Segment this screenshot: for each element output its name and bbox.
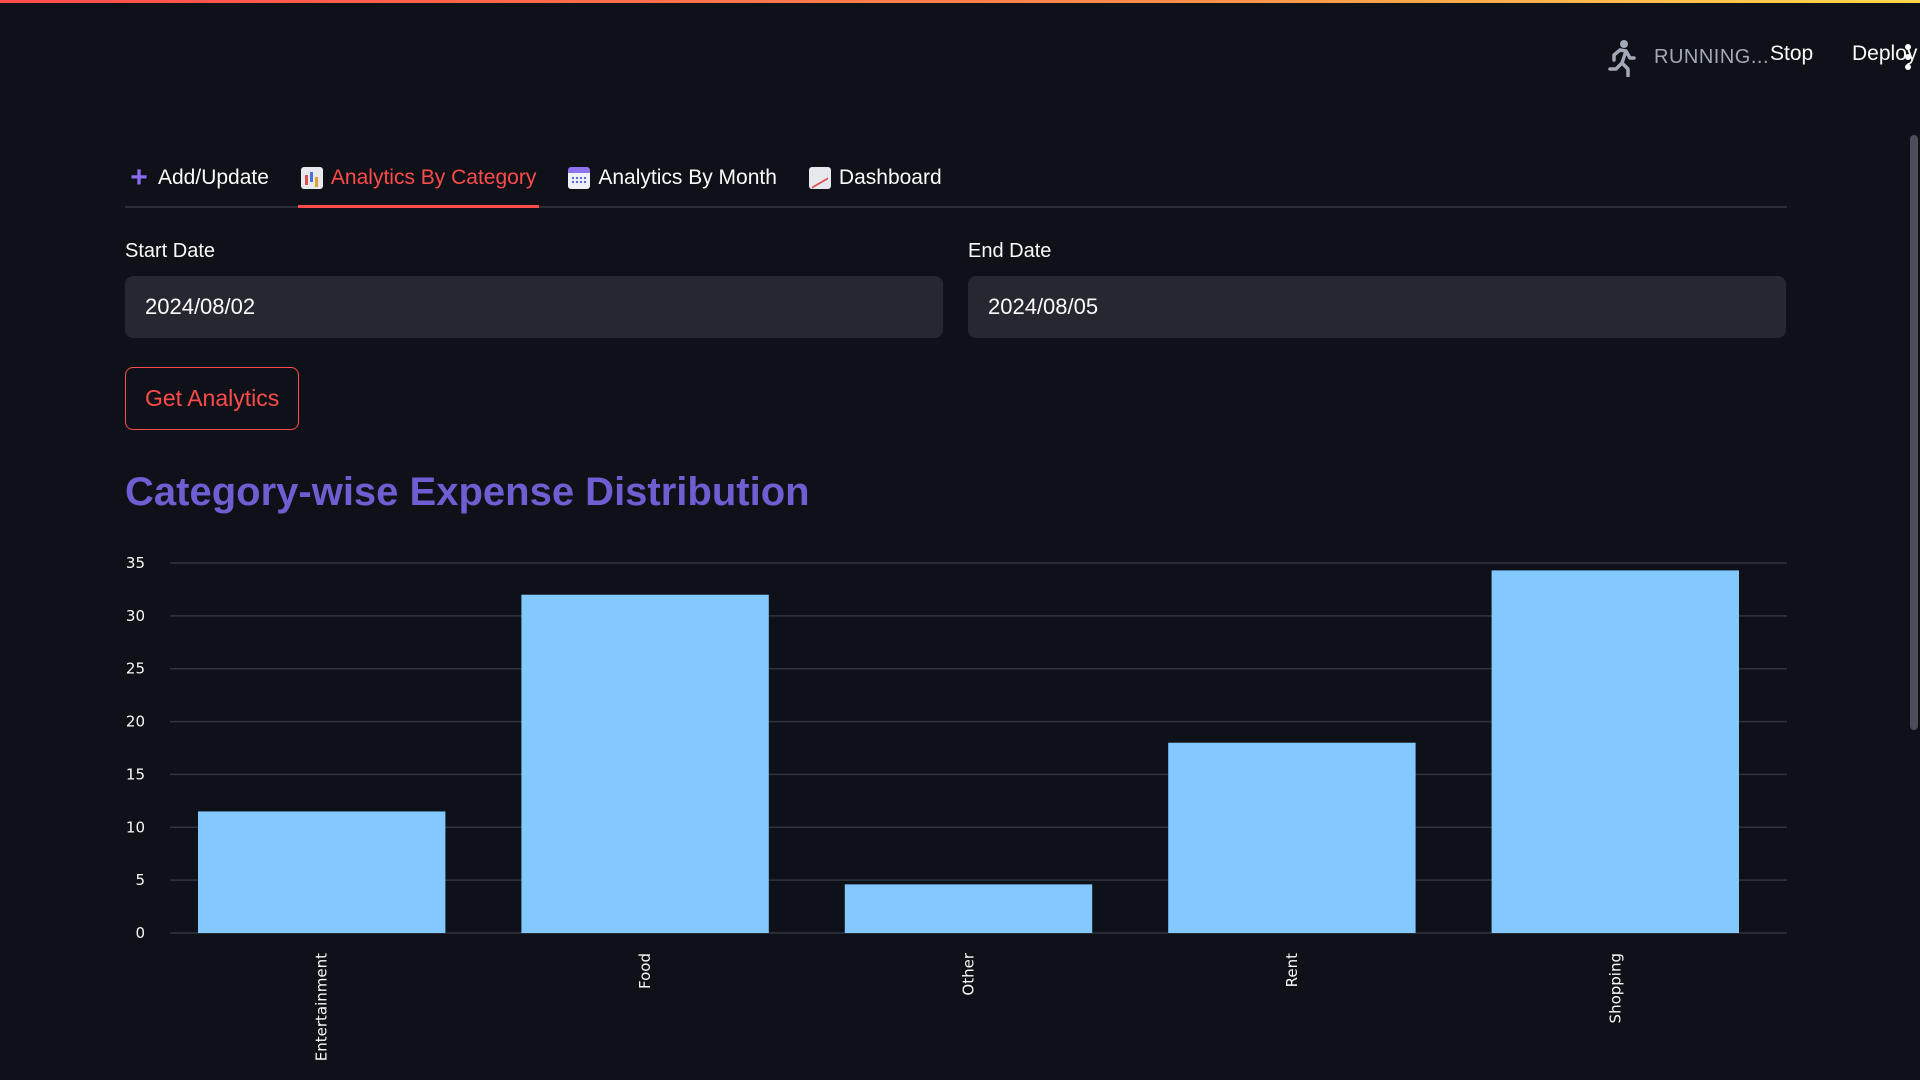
plus-icon: + <box>130 161 148 194</box>
app-header: RUNNING... Stop Deploy <box>1320 30 1920 82</box>
top-progress-stripe <box>0 0 1920 3</box>
x-tick-label: Entertainment <box>313 953 331 1061</box>
bar[interactable] <box>1168 742 1416 933</box>
y-tick-label: 15 <box>126 765 145 783</box>
end-date-group: End Date <box>968 240 1786 338</box>
y-tick-label: 35 <box>126 554 145 572</box>
x-tick-label: Other <box>960 952 978 995</box>
tab-analytics-by-category[interactable]: Analytics By Category <box>297 150 540 208</box>
y-tick-label: 0 <box>135 924 145 942</box>
tab-analytics-by-month[interactable]: Analytics By Month <box>565 150 780 206</box>
chart-title: Category-wise Expense Distribution <box>125 470 810 514</box>
x-tick-label: Rent <box>1283 953 1301 987</box>
running-man-icon <box>1603 38 1639 78</box>
trend-chart-icon <box>808 167 831 189</box>
start-date-label: Start Date <box>125 240 216 262</box>
bar-chart-icon <box>300 167 323 189</box>
bar[interactable] <box>521 594 769 933</box>
running-status: RUNNING... <box>1654 46 1769 68</box>
bar[interactable] <box>844 884 1093 933</box>
start-date-group: Start Date <box>125 240 943 338</box>
bar-chart-svg: 0 5 10 15 20 25 30 35 Entertainment Food Other Rent… <box>126 554 1787 1061</box>
end-date-label: End Date <box>968 240 1052 262</box>
bar-chart: 0 5 10 15 20 25 30 35 Entertainment Food Other Rent… <box>125 535 1787 1080</box>
bar[interactable] <box>197 811 446 933</box>
tab-add-update[interactable]: + Add/Update <box>125 150 272 206</box>
tab-label: Analytics By Month <box>598 166 777 189</box>
y-tick-label: 5 <box>135 871 145 889</box>
x-tick-label: Shopping <box>1606 953 1624 1023</box>
tab-bar: + Add/Update Analytics By Category Analy… <box>125 150 1787 208</box>
tab-label: Dashboard <box>838 166 942 189</box>
main-menu-icon[interactable] <box>1903 44 1913 70</box>
calendar-icon <box>568 167 591 189</box>
y-tick-label: 30 <box>126 607 145 625</box>
tab-dashboard[interactable]: Dashboard <box>806 150 945 206</box>
y-tick-label: 20 <box>126 713 145 731</box>
x-tick-label: Food <box>636 953 654 989</box>
get-analytics-button[interactable]: Get Analytics <box>125 367 300 430</box>
start-date-input[interactable] <box>125 276 943 338</box>
end-date-input[interactable] <box>968 276 1786 338</box>
stop-button[interactable]: Stop <box>1770 42 1813 66</box>
y-tick-label: 25 <box>126 660 145 678</box>
y-tick-label: 10 <box>126 818 145 836</box>
date-range-row: Start Date End Date <box>125 240 1787 342</box>
tab-label: Analytics By Category <box>330 166 537 189</box>
tab-label: Add/Update <box>158 166 269 189</box>
main-content: + Add/Update Analytics By Category Analy… <box>125 150 1787 1061</box>
bar[interactable] <box>1491 570 1740 933</box>
scrollbar[interactable] <box>1910 135 1918 730</box>
